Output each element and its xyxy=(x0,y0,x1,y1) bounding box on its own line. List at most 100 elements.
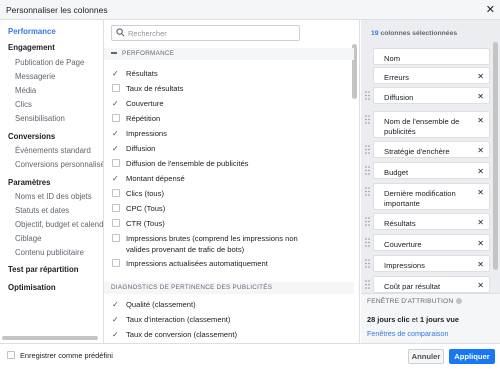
sidebar-item[interactable]: Messagerie xyxy=(0,70,103,84)
selected-count-number: 19 xyxy=(371,30,379,37)
sidebar-item[interactable]: Sensibilisation xyxy=(0,112,103,126)
selected-column[interactable]: Nom xyxy=(373,48,490,65)
section-title: PERFORMANCE xyxy=(122,50,175,57)
selected-column[interactable]: Diffusion ✕ xyxy=(365,87,490,104)
drag-handle-icon[interactable] xyxy=(365,259,370,268)
remove-icon[interactable]: ✕ xyxy=(477,92,484,102)
remove-icon[interactable]: ✕ xyxy=(477,146,484,156)
checkbox-unchecked[interactable] xyxy=(112,204,120,212)
checkbox-unchecked[interactable] xyxy=(112,189,120,197)
drag-handle-icon[interactable] xyxy=(365,115,370,124)
section-header-performance[interactable]: PERFORMANCE xyxy=(111,48,174,60)
selected-column-label: Nom xyxy=(384,54,401,63)
column-option-label: CTR (Tous) xyxy=(126,219,165,228)
selected-column[interactable]: Couverture ✕ xyxy=(365,234,490,251)
column-option-label: Impressions brutes (comprend les impress… xyxy=(126,234,298,254)
section-header-diagnostics[interactable]: DIAGNOSTICS DE PERTINENCE DES PUBLICITÉS xyxy=(111,282,272,294)
remove-icon[interactable]: ✕ xyxy=(477,167,484,177)
column-option-label: Clics (tous) xyxy=(126,189,164,198)
remove-icon[interactable]: ✕ xyxy=(477,72,484,82)
search-input[interactable]: Rechercher xyxy=(111,25,300,41)
selected-column[interactable]: Budget ✕ xyxy=(365,162,490,179)
sidebar-item[interactable]: Évènements standard xyxy=(0,144,103,158)
checkbox-checked[interactable] xyxy=(112,173,120,184)
attribution-value: 28 jours clic et 1 jours vue xyxy=(367,315,460,324)
sidebar-item[interactable]: Contenu publicitaire xyxy=(0,246,103,260)
sidebar-item[interactable]: Objectif, budget et calendrier xyxy=(0,218,103,232)
checkbox-checked[interactable] xyxy=(112,68,120,79)
column-option-label: Diffusion de l'ensemble de publicités xyxy=(126,159,249,168)
drag-handle-icon[interactable] xyxy=(365,166,370,175)
checkbox-unchecked[interactable] xyxy=(112,84,120,92)
selected-column-label: Budget xyxy=(384,168,409,177)
checkbox-checked[interactable] xyxy=(112,128,120,139)
checkbox-checked[interactable] xyxy=(112,98,120,109)
drag-handle-icon[interactable] xyxy=(365,280,370,289)
selected-column-label: Impressions xyxy=(384,261,425,270)
remove-icon[interactable]: ✕ xyxy=(477,116,484,126)
checkbox-unchecked[interactable] xyxy=(112,219,120,227)
sidebar-item[interactable]: Ciblage xyxy=(0,232,103,246)
sidebar-item[interactable]: Statuts et dates xyxy=(0,204,103,218)
selected-column-label: Dernière modification importante xyxy=(384,189,456,208)
drag-handle-icon[interactable] xyxy=(365,187,370,196)
search-icon xyxy=(116,28,125,37)
column-option-label: Taux d'interaction (classement) xyxy=(126,315,231,324)
selected-column[interactable]: Nom de l'ensemble de publicités ✕ xyxy=(365,111,490,138)
checkbox-checked[interactable] xyxy=(112,299,120,310)
selected-column[interactable]: Coût par résultat ✕ xyxy=(365,276,490,293)
column-option-label: Qualité (classement) xyxy=(126,300,196,309)
category-sidebar: Performance Engagement Publication de Page… xyxy=(0,20,104,343)
remove-icon[interactable]: ✕ xyxy=(477,239,484,249)
column-option-label: Impressions actualisées automatiquement xyxy=(126,259,268,268)
checkbox-checked[interactable] xyxy=(112,329,120,340)
checkbox-unchecked[interactable] xyxy=(112,234,120,242)
sidebar-item[interactable]: Paramètres xyxy=(0,176,103,190)
selected-column[interactable]: Dernière modification importante ✕ xyxy=(365,183,490,210)
sidebar-item[interactable]: Noms et ID des objets xyxy=(0,190,103,204)
drag-handle-icon[interactable] xyxy=(365,145,370,154)
apply-button[interactable]: Appliquer xyxy=(449,349,495,364)
selected-scrollbar[interactable] xyxy=(493,42,498,270)
drag-handle-icon[interactable] xyxy=(365,217,370,226)
selected-column-label: Stratégie d'enchère xyxy=(384,147,450,156)
remove-icon[interactable]: ✕ xyxy=(477,281,484,291)
collapse-icon xyxy=(111,52,117,54)
checkbox-unchecked[interactable] xyxy=(112,159,120,167)
selected-column[interactable]: Impressions ✕ xyxy=(365,255,490,272)
sidebar-item[interactable]: Clics xyxy=(0,98,103,112)
remove-icon[interactable]: ✕ xyxy=(477,188,484,198)
sidebar-item[interactable]: Publication de Page xyxy=(0,56,103,70)
checkbox-checked[interactable] xyxy=(112,314,120,325)
sidebar-item[interactable]: Conversions xyxy=(0,130,103,144)
sidebar-scrollbar[interactable] xyxy=(2,336,98,340)
close-icon[interactable]: ✕ xyxy=(486,3,495,16)
selected-column[interactable]: Erreurs ✕ xyxy=(373,67,490,84)
selected-column[interactable]: Stratégie d'enchère ✕ xyxy=(365,141,490,158)
remove-icon[interactable]: ✕ xyxy=(477,260,484,270)
checkbox-unchecked[interactable] xyxy=(112,114,120,122)
selected-count-label: colonnes sélectionnées xyxy=(380,30,458,37)
save-preset-checkbox[interactable] xyxy=(7,351,15,359)
column-option-label: Résultats xyxy=(126,69,158,78)
sidebar-item[interactable]: Optimisation xyxy=(0,281,103,295)
sidebar-item[interactable]: Test par répartition xyxy=(0,263,103,277)
selected-column[interactable]: Résultats ✕ xyxy=(365,213,490,230)
checkbox-unchecked[interactable] xyxy=(112,259,120,267)
sidebar-item[interactable]: Média xyxy=(0,84,103,98)
attribution-heading: FENÊTRE D'ATTRIBUTION xyxy=(367,298,463,305)
compare-windows-link[interactable]: Fenêtres de comparaison xyxy=(367,329,449,338)
save-preset-label: Enregistrer comme prédéfini xyxy=(20,351,113,360)
column-option-label: Montant dépensé xyxy=(126,174,185,183)
drag-handle-icon[interactable] xyxy=(365,238,370,247)
sidebar-item[interactable]: Conversions personnalisées xyxy=(0,158,103,172)
sidebar-item[interactable]: Performance xyxy=(0,25,103,39)
info-icon[interactable] xyxy=(456,298,463,305)
dialog-footer: Enregistrer comme prédéfini Annuler Appl… xyxy=(0,343,500,369)
column-option-label: Couverture xyxy=(126,99,164,108)
remove-icon[interactable]: ✕ xyxy=(477,218,484,228)
drag-handle-icon[interactable] xyxy=(365,91,370,100)
checkbox-checked[interactable] xyxy=(112,143,120,154)
cancel-button[interactable]: Annuler xyxy=(408,349,444,364)
sidebar-item[interactable]: Engagement xyxy=(0,41,103,55)
